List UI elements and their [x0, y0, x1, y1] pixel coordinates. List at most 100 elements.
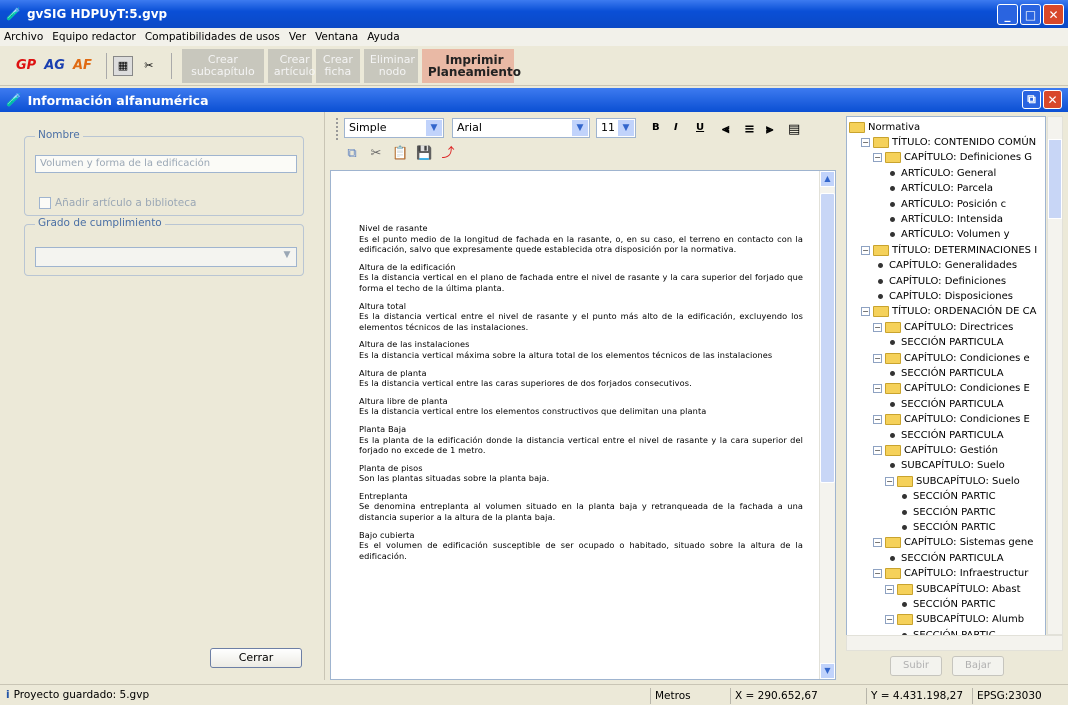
menu-ayuda[interactable]: Ayuda [367, 31, 399, 43]
menu-ver[interactable]: Ver [289, 31, 306, 43]
tree-node[interactable]: − CAPÍTULO: Gestión [873, 442, 998, 458]
tools-icon[interactable]: ✂ [138, 55, 159, 76]
save-icon[interactable]: 💾 [416, 146, 432, 162]
tree-node[interactable]: ARTÍCULO: Volumen y [885, 227, 1010, 243]
tree-node[interactable]: − SUBCAPÍTULO: Suelo [885, 473, 1020, 489]
tree-node[interactable]: − CAPÍTULO: Sistemas gene [873, 535, 1033, 551]
tree-node[interactable]: SECCIÓN PARTIC [897, 489, 996, 505]
tree-node[interactable]: ARTÍCULO: Parcela [885, 181, 993, 197]
style-select[interactable]: Simple ▼ [344, 118, 444, 138]
normativa-tree[interactable]: Normativa − TÍTULO: CONTENIDO COMÚN − CAPÍTU… [846, 116, 1046, 651]
close-frame-button[interactable]: ✕ [1043, 90, 1062, 109]
collapse-icon[interactable]: − [873, 538, 882, 548]
collapse-icon[interactable]: − [873, 569, 882, 579]
collapse-icon[interactable]: − [861, 137, 870, 147]
tree-node[interactable]: SECCIÓN PARTIC [897, 596, 996, 612]
collapse-icon[interactable]: − [873, 445, 882, 455]
close-window-button[interactable]: ✕ [1043, 4, 1064, 25]
maximize-button[interactable]: □ [1020, 4, 1041, 25]
chevron-down-icon[interactable]: ▼ [280, 250, 294, 264]
font-size-select[interactable]: 11 ▼ [596, 118, 636, 138]
tree-node[interactable]: SECCIÓN PARTICULA [885, 365, 1004, 381]
tree-node[interactable]: − CAPÍTULO: Condiciones E [873, 381, 1030, 397]
tree-node[interactable]: CAPÍTULO: Definiciones [873, 273, 1006, 289]
bold-button[interactable]: B [652, 122, 660, 133]
pdf-icon[interactable]: ⤴ [440, 146, 456, 162]
tree-node[interactable]: SECCIÓN PARTICULA [885, 550, 1004, 566]
tree-node[interactable]: ARTÍCULO: General [885, 165, 996, 181]
menu-ventana[interactable]: Ventana [315, 31, 358, 43]
grado-select[interactable]: ▼ [35, 247, 297, 267]
editor-scrollbar[interactable]: ▲ ▼ [819, 171, 835, 679]
close-button[interactable]: Cerrar [210, 648, 302, 668]
collapse-icon[interactable]: − [861, 307, 870, 317]
tree-vscrollbar[interactable] [1047, 116, 1063, 635]
create-subchapter-button[interactable]: Crear subcapítulo [181, 48, 264, 83]
tree-node[interactable]: SECCIÓN PARTIC [897, 519, 996, 535]
underline-button[interactable]: U [696, 122, 704, 133]
tree-hscrollbar[interactable] [846, 635, 1063, 651]
paste-icon[interactable]: 📋 [392, 146, 408, 162]
collapse-icon[interactable]: − [885, 615, 894, 625]
collapse-icon[interactable]: − [873, 384, 882, 394]
move-up-button[interactable]: Subir [890, 656, 942, 676]
nombre-input[interactable]: Volumen y forma de la edificación [35, 155, 297, 173]
tree-node[interactable]: ARTÍCULO: Posición c [885, 196, 1006, 212]
collapse-icon[interactable]: − [873, 415, 882, 425]
tree-node[interactable]: SECCIÓN PARTIC [897, 504, 996, 520]
tree-node[interactable]: − TÍTULO: CONTENIDO COMÚN [861, 134, 1036, 150]
checkbox-box[interactable] [39, 197, 51, 209]
tree-node[interactable]: − TÍTULO: ORDENACIÓN DE CA [861, 304, 1036, 320]
document-content[interactable]: Nivel de rasante Es el punto medio de la … [359, 223, 803, 561]
tree-node[interactable]: CAPÍTULO: Generalidades [873, 258, 1017, 274]
create-record-button[interactable]: Crear ficha [315, 48, 360, 83]
tree-node[interactable]: − CAPÍTULO: Condiciones e [873, 350, 1030, 366]
chevron-down-icon[interactable]: ▼ [572, 120, 588, 136]
scroll-down-icon[interactable]: ▼ [820, 663, 835, 679]
collapse-icon[interactable]: − [885, 476, 894, 486]
tree-node[interactable]: − CAPÍTULO: Directrices [873, 319, 1013, 335]
scroll-thumb[interactable] [1048, 139, 1062, 219]
restore-frame-button[interactable]: ⧉ [1022, 90, 1041, 109]
tree-node[interactable]: CAPÍTULO: Disposiciones [873, 288, 1013, 304]
print-planning-button[interactable]: Imprimir Planeamiento [421, 48, 521, 83]
chevron-down-icon[interactable]: ▼ [426, 120, 442, 136]
collapse-icon[interactable]: − [885, 584, 894, 594]
menu-compatibilidades[interactable]: Compatibilidades de usos [145, 31, 280, 43]
tree-node[interactable]: SECCIÓN PARTICULA [885, 427, 1004, 443]
tree-node[interactable]: − CAPÍTULO: Condiciones E [873, 412, 1030, 428]
table-icon[interactable]: ▦ [112, 55, 133, 76]
minimize-button[interactable]: _ [997, 4, 1018, 25]
add-to-library-checkbox[interactable]: Añadir artículo a biblioteca [39, 197, 196, 209]
scroll-up-icon[interactable]: ▲ [820, 171, 835, 187]
af-button[interactable]: AF [73, 58, 92, 73]
move-down-button[interactable]: Bajar [952, 656, 1004, 676]
cut-icon[interactable]: ✂ [368, 146, 384, 162]
document-area[interactable]: Nivel de rasante Es el punto medio de la … [330, 170, 836, 680]
tree-node[interactable]: − SUBCAPÍTULO: Abast [885, 581, 1021, 597]
tree-node[interactable]: SECCIÓN PARTICULA [885, 396, 1004, 412]
font-select[interactable]: Arial ▼ [452, 118, 590, 138]
collapse-icon[interactable]: − [873, 322, 882, 332]
tree-node[interactable]: ARTÍCULO: Intensida [885, 211, 1003, 227]
collapse-icon[interactable]: − [873, 153, 882, 163]
collapse-icon[interactable]: − [861, 245, 870, 255]
menu-equipo-redactor[interactable]: Equipo redactor [52, 31, 136, 43]
tree-node[interactable]: − CAPÍTULO: Definiciones G [873, 150, 1032, 166]
align-center-icon[interactable]: ≡ [744, 122, 755, 137]
tree-node[interactable]: − CAPÍTULO: Infraestructur [873, 566, 1028, 582]
italic-button[interactable]: I [674, 122, 678, 133]
delete-node-button[interactable]: Eliminar nodo [363, 48, 418, 83]
ag-button[interactable]: AG [44, 58, 65, 73]
menu-archivo[interactable]: Archivo [4, 31, 43, 43]
gp-button[interactable]: GP [16, 58, 36, 73]
align-right-icon[interactable]: ⫸ [766, 122, 773, 137]
justify-icon[interactable]: ▤ [788, 122, 800, 137]
create-article-button[interactable]: Crear artículo [267, 48, 315, 83]
scroll-thumb[interactable] [820, 193, 835, 483]
copy-icon[interactable]: ⧉ [344, 146, 360, 162]
tree-node[interactable]: − SUBCAPÍTULO: Alumb [885, 612, 1024, 628]
tree-node[interactable]: SECCIÓN PARTICULA [885, 335, 1004, 351]
collapse-icon[interactable]: − [873, 353, 882, 363]
tree-node[interactable]: − TÍTULO: DETERMINACIONES I [861, 242, 1037, 258]
